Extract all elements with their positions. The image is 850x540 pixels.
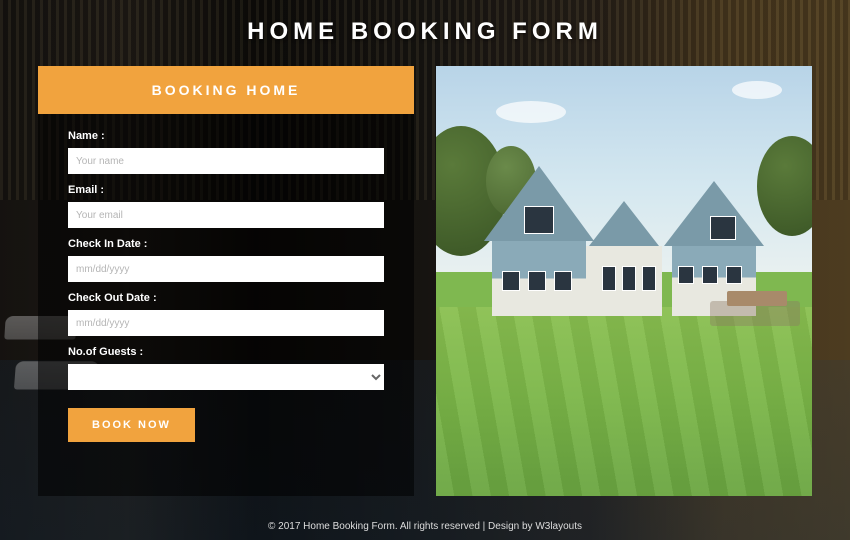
- lawn-decoration: [436, 307, 812, 496]
- guests-select[interactable]: [68, 364, 384, 390]
- checkout-input[interactable]: [68, 310, 384, 336]
- footer-text: © 2017 Home Booking Form. All rights res…: [268, 521, 535, 532]
- guests-label: No.of Guests :: [68, 346, 384, 358]
- footer-link[interactable]: W3layouts: [535, 521, 582, 532]
- checkin-field-group: Check In Date :: [68, 238, 384, 282]
- email-field-group: Email :: [68, 184, 384, 228]
- page-title: HOME BOOKING FORM: [0, 0, 850, 46]
- house-decoration: [484, 166, 764, 316]
- main-container: BOOKING HOME Name : Email : Check In Dat…: [38, 66, 812, 496]
- book-now-button[interactable]: BOOK NOW: [68, 408, 195, 442]
- name-input[interactable]: [68, 148, 384, 174]
- name-field-group: Name :: [68, 130, 384, 174]
- footer: © 2017 Home Booking Form. All rights res…: [0, 521, 850, 532]
- booking-form: Name : Email : Check In Date : Check Out…: [38, 114, 414, 442]
- checkin-input[interactable]: [68, 256, 384, 282]
- email-input[interactable]: [68, 202, 384, 228]
- cloud-decoration: [496, 101, 566, 123]
- cloud-decoration: [732, 81, 782, 99]
- form-banner: BOOKING HOME: [38, 66, 414, 114]
- email-label: Email :: [68, 184, 384, 196]
- guests-field-group: No.of Guests :: [68, 346, 384, 390]
- house-image: [436, 66, 812, 496]
- name-label: Name :: [68, 130, 384, 142]
- checkout-field-group: Check Out Date :: [68, 292, 384, 336]
- checkout-label: Check Out Date :: [68, 292, 384, 304]
- checkin-label: Check In Date :: [68, 238, 384, 250]
- furniture-decoration: [727, 291, 787, 306]
- form-panel: BOOKING HOME Name : Email : Check In Dat…: [38, 66, 414, 496]
